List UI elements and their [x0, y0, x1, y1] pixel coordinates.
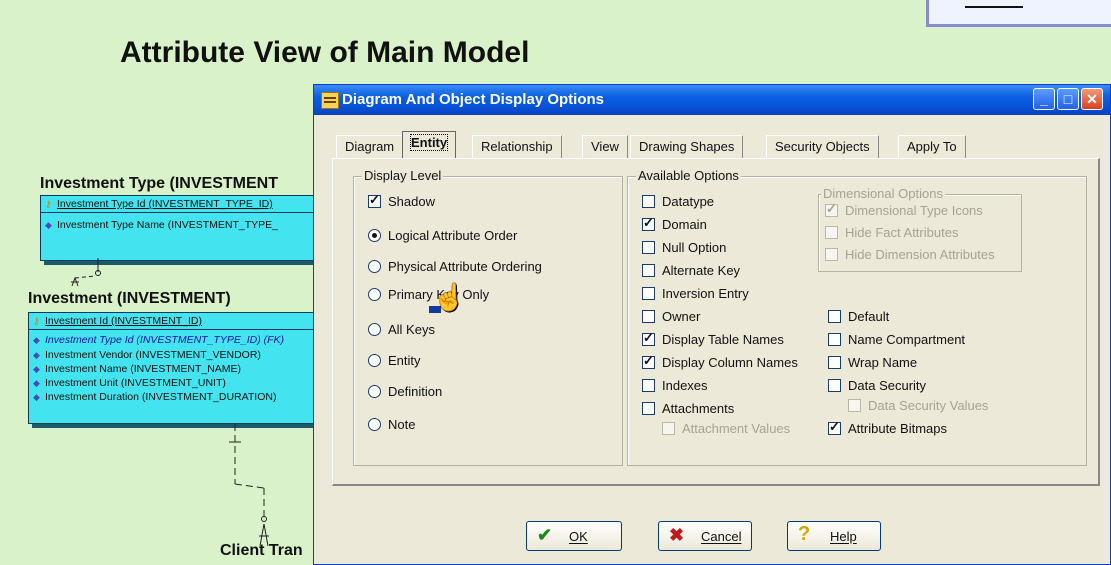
maximize-button[interactable]: □: [1057, 88, 1079, 110]
minimize-button[interactable]: _: [1033, 88, 1055, 110]
attribute-icon: ◆: [33, 350, 40, 360]
default-checkbox[interactable]: Default: [828, 309, 889, 325]
radio-physical-attribute-ordering[interactable]: Physical Attribute Ordering: [368, 259, 542, 275]
dimensional-options-label: Dimensional Options: [821, 186, 945, 201]
display-options-dialog: Diagram And Object Display Options _ □ ✕…: [313, 84, 1111, 565]
entity-title-client-tran[interactable]: Client Tran: [220, 542, 303, 560]
relationship-connector-top: [71, 258, 101, 287]
entity-attribute-row: ◆ Investment Vendor (INVESTMENT_VENDOR): [33, 349, 261, 361]
entity-attribute-row: ◆ Investment Unit (INVESTMENT_UNIT): [33, 377, 226, 389]
radio-primary-key-only[interactable]: Primary Key Only: [368, 287, 489, 303]
foreign-key-icon: ◆: [33, 335, 40, 345]
ok-button[interactable]: ✔ OK: [526, 521, 622, 551]
datatype-checkbox[interactable]: Datatype: [642, 194, 714, 210]
attachments-checkbox[interactable]: Attachments: [642, 401, 734, 417]
key-icon: ⚷: [33, 316, 40, 326]
entity-fk-row: ◆ Investment Type Id (INVESTMENT_TYPE_ID)…: [33, 334, 285, 346]
close-button[interactable]: ✕: [1081, 88, 1103, 110]
domain-checkbox[interactable]: Domain: [642, 215, 707, 233]
entity-key-row: ⚷ Investment Type Id (INVESTMENT_TYPE_ID): [45, 198, 273, 210]
cancel-button[interactable]: ✖ Cancel: [658, 521, 752, 551]
hide-dimension-attributes-checkbox: Hide Dimension Attributes: [825, 247, 995, 263]
entity-box-investment-type[interactable]: ⚷ Investment Type Id (INVESTMENT_TYPE_ID)…: [40, 195, 322, 261]
radio-all-keys[interactable]: All Keys: [368, 322, 435, 338]
tab-drawing-shapes[interactable]: Drawing Shapes: [630, 135, 744, 158]
inversion-entry-checkbox[interactable]: Inversion Entry: [642, 286, 749, 302]
available-options-group: Available Options Datatype Domain Null O…: [627, 168, 1087, 466]
entity-title-investment[interactable]: Investment (INVESTMENT): [28, 290, 231, 308]
cancel-x-icon: ✖: [669, 525, 685, 545]
page-title: Attribute View of Main Model: [120, 36, 530, 69]
attribute-icon: ◆: [33, 364, 40, 374]
entity-title-investment-type[interactable]: Investment Type (INVESTMENT: [40, 175, 278, 193]
alternate-key-checkbox[interactable]: Alternate Key: [642, 263, 740, 279]
tab-entity[interactable]: Entity: [402, 131, 457, 158]
owner-checkbox[interactable]: Owner: [642, 309, 700, 325]
radio-logical-attribute-order[interactable]: Logical Attribute Order: [368, 228, 517, 244]
null-option-checkbox[interactable]: Null Option: [642, 240, 726, 256]
dimensional-options-group: Dimensional Options Dimensional Type Ico…: [818, 186, 1022, 272]
key-icon: ⚷: [45, 199, 52, 209]
hand-pointer-icon: ☝: [433, 282, 466, 312]
entity-key-row: ⚷ Investment Id (INVESTMENT_ID): [33, 315, 202, 327]
entity-box-investment[interactable]: ⚷ Investment Id (INVESTMENT_ID) ◆ Investme…: [28, 312, 322, 424]
tab-relationship[interactable]: Relationship: [472, 135, 562, 158]
display-level-label: Display Level: [362, 168, 444, 183]
attribute-bitmaps-checkbox[interactable]: Attribute Bitmaps: [828, 419, 947, 437]
tab-apply-to[interactable]: Apply To: [898, 135, 966, 158]
entity-tab-panel: Display Level Shadow Logical Attribute O…: [332, 158, 1100, 486]
tab-security-objects[interactable]: Security Objects: [766, 135, 879, 158]
indexes-checkbox[interactable]: Indexes: [642, 378, 708, 394]
dimensional-type-icons-checkbox: Dimensional Type Icons: [825, 201, 983, 219]
checkmark-icon: ✔: [537, 525, 553, 545]
checkbox-box[interactable]: [368, 192, 381, 208]
name-compartment-checkbox[interactable]: Name Compartment: [828, 332, 965, 348]
tab-diagram[interactable]: Diagram: [336, 135, 404, 158]
attribute-icon: ◆: [33, 392, 40, 402]
radio-definition[interactable]: Definition: [368, 384, 442, 400]
partial-entity-box: [926, 0, 1111, 27]
attachment-values-checkbox: Attachment Values: [662, 421, 790, 437]
tab-view[interactable]: View: [582, 135, 628, 158]
attribute-icon: ◆: [33, 378, 40, 388]
help-button[interactable]: ? Help: [787, 521, 881, 551]
data-security-values-checkbox: Data Security Values: [848, 398, 988, 414]
data-security-checkbox[interactable]: Data Security: [828, 378, 926, 394]
entity-attribute-row: ◆ Investment Duration (INVESTMENT_DURATIO…: [33, 391, 277, 403]
radio-entity[interactable]: Entity: [368, 353, 421, 369]
wrap-name-checkbox[interactable]: Wrap Name: [828, 355, 917, 371]
display-level-group: Display Level Shadow Logical Attribute O…: [353, 168, 623, 466]
display-column-names-checkbox[interactable]: Display Column Names: [642, 353, 798, 371]
dialog-app-icon: [321, 92, 339, 109]
radio-note[interactable]: Note: [368, 417, 415, 433]
shadow-checkbox[interactable]: Shadow: [368, 192, 435, 210]
dialog-title: Diagram And Object Display Options: [342, 91, 604, 108]
question-mark-icon: ?: [798, 523, 811, 545]
attribute-icon: ◆: [45, 220, 52, 230]
relationship-connector-bottom: [229, 424, 269, 547]
dialog-titlebar[interactable]: Diagram And Object Display Options _ □ ✕: [314, 85, 1110, 115]
hide-fact-attributes-checkbox: Hide Fact Attributes: [825, 225, 958, 241]
entity-attribute-row: ◆ Investment Name (INVESTMENT_NAME): [33, 363, 242, 375]
display-table-names-checkbox[interactable]: Display Table Names: [642, 330, 784, 348]
entity-attribute-row: ◆ Investment Type Name (INVESTMENT_TYPE_: [45, 219, 278, 231]
available-options-label: Available Options: [636, 168, 741, 183]
